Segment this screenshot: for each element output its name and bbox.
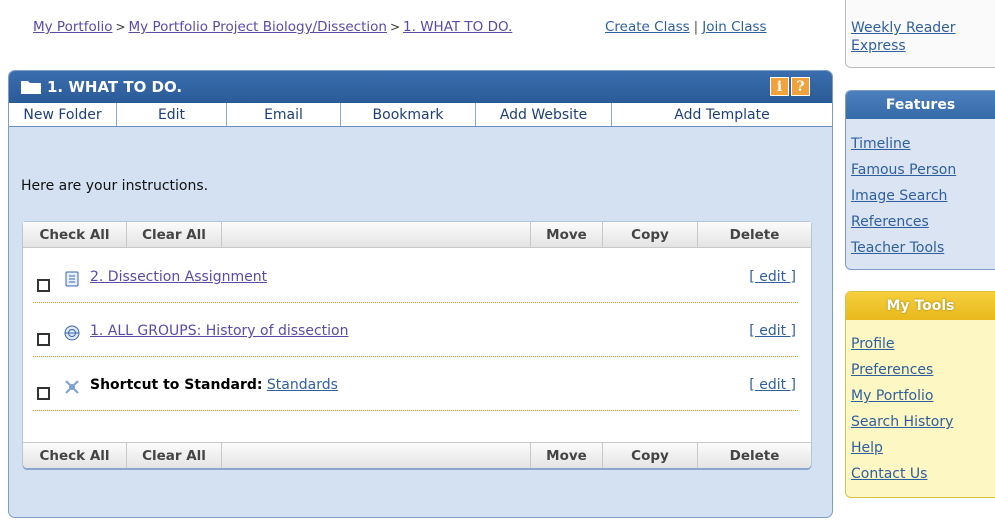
info-icon[interactable]: i (770, 77, 789, 96)
list-item: 1. ALL GROUPS: History of dissection [ e… (33, 303, 798, 357)
item-edit-link[interactable]: [ edit ] (749, 269, 796, 285)
clear-all-button[interactable]: Clear All (127, 443, 222, 468)
new-folder-button[interactable]: New Folder (9, 103, 117, 126)
breadcrumb: My Portfolio > My Portfolio Project Biolog… (33, 19, 553, 36)
my-tools-title: My Tools (846, 292, 995, 320)
item-title: 1. ALL GROUPS: History of dissection (90, 323, 348, 339)
features-box: Features Timeline Famous Person Image Se… (845, 90, 995, 270)
my-tools-box: My Tools Profile Preferences My Portfoli… (845, 291, 995, 498)
copy-button[interactable]: Copy (603, 443, 698, 468)
breadcrumb-my-portfolio[interactable]: My Portfolio (33, 19, 112, 35)
shortcut-icon (64, 379, 80, 395)
edit-button[interactable]: Edit (117, 103, 227, 126)
document-icon (64, 271, 80, 287)
breadcrumb-separator: > (115, 20, 126, 34)
feature-references-link[interactable]: References (851, 214, 929, 230)
add-template-button[interactable]: Add Template (612, 103, 832, 126)
action-bar-spacer (222, 443, 531, 468)
item-edit-link[interactable]: [ edit ] (749, 323, 796, 339)
tool-search-history-link[interactable]: Search History (851, 414, 953, 430)
panel-header-icons: i ? (770, 77, 810, 96)
tool-preferences-link[interactable]: Preferences (851, 362, 933, 378)
website-icon (64, 325, 80, 341)
feature-timeline-link[interactable]: Timeline (851, 136, 911, 152)
shortcut-prefix: Shortcut to Standard: (90, 377, 263, 393)
clear-all-button[interactable]: Clear All (127, 222, 222, 247)
tool-my-portfolio-link[interactable]: My Portfolio (851, 388, 933, 404)
breadcrumb-separator: > (389, 20, 401, 34)
features-list: Timeline Famous Person Image Search Refe… (846, 119, 995, 261)
panel-header: 1. WHAT TO DO. i ? (9, 71, 832, 103)
create-class-link[interactable]: Create Class (605, 19, 690, 35)
item-checkbox[interactable] (37, 279, 50, 292)
item-title: Shortcut to Standard: Standards (90, 377, 338, 393)
delete-button[interactable]: Delete (698, 222, 811, 247)
item-edit-link[interactable]: [ edit ] (749, 377, 796, 393)
move-button[interactable]: Move (531, 443, 603, 468)
action-bar-bottom: Check All Clear All Move Copy Delete (23, 442, 811, 468)
tool-help-link[interactable]: Help (851, 440, 883, 456)
my-tools-list: Profile Preferences My Portfolio Search … (846, 320, 995, 487)
link-divider: | (693, 19, 699, 35)
tool-profile-link[interactable]: Profile (851, 336, 895, 352)
tool-contact-us-link[interactable]: Contact Us (851, 466, 927, 482)
weekly-reader-link[interactable]: Weekly Reader Express (851, 19, 995, 55)
join-class-link[interactable]: Join Class (702, 19, 766, 35)
delete-button[interactable]: Delete (698, 443, 811, 468)
item-list: Check All Clear All Move Copy Delete 2. … (22, 221, 812, 469)
help-icon[interactable]: ? (791, 77, 810, 96)
email-button[interactable]: Email (227, 103, 341, 126)
add-website-button[interactable]: Add Website (476, 103, 612, 126)
copy-button[interactable]: Copy (603, 222, 698, 247)
item-link[interactable]: Standards (267, 377, 338, 393)
check-all-button[interactable]: Check All (23, 222, 127, 247)
list-item: Shortcut to Standard: Standards [ edit ] (33, 357, 798, 411)
item-checkbox[interactable] (37, 387, 50, 400)
feature-teacher-tools-link[interactable]: Teacher Tools (851, 240, 944, 256)
folder-toolbar: New Folder Edit Email Bookmark Add Websi… (9, 103, 832, 127)
weekly-reader-box: Weekly Reader Express (845, 0, 995, 68)
panel-title: 1. WHAT TO DO. (47, 78, 183, 96)
folder-icon (21, 80, 41, 94)
breadcrumb-current-folder[interactable]: 1. WHAT TO DO. (403, 19, 512, 35)
item-link[interactable]: 1. ALL GROUPS: History of dissection (90, 323, 348, 339)
list-item: 2. Dissection Assignment [ edit ] (33, 249, 798, 303)
class-links: Create Class | Join Class (605, 19, 767, 35)
feature-famous-person-link[interactable]: Famous Person (851, 162, 956, 178)
features-title: Features (846, 91, 995, 119)
item-checkbox[interactable] (37, 333, 50, 346)
feature-image-search-link[interactable]: Image Search (851, 188, 947, 204)
item-link[interactable]: 2. Dissection Assignment (90, 269, 267, 285)
folder-instructions: Here are your instructions. (21, 178, 209, 194)
action-bar-spacer (222, 222, 531, 247)
bookmark-button[interactable]: Bookmark (341, 103, 476, 126)
move-button[interactable]: Move (531, 222, 603, 247)
breadcrumb-project[interactable]: My Portfolio Project Biology/Dissection (129, 19, 387, 35)
folder-panel: 1. WHAT TO DO. i ? New Folder Edit Email… (8, 70, 833, 518)
item-title: 2. Dissection Assignment (90, 269, 267, 285)
check-all-button[interactable]: Check All (23, 443, 127, 468)
action-bar-top: Check All Clear All Move Copy Delete (23, 222, 811, 248)
